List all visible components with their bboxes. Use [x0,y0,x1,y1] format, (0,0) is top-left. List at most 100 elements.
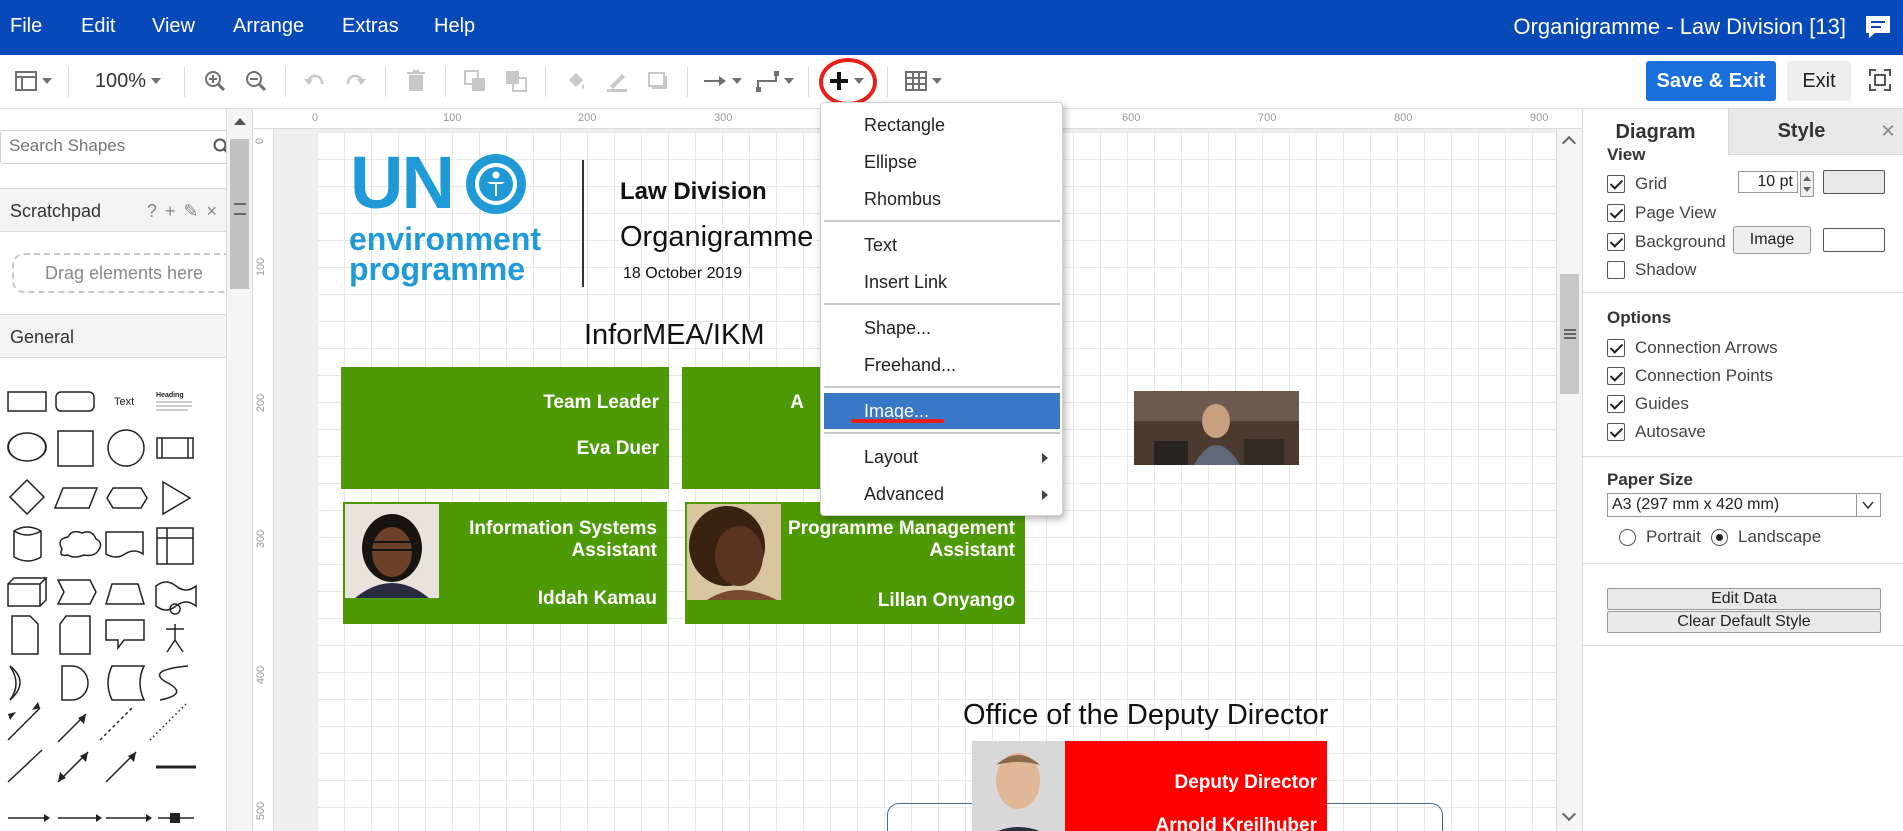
guides-checkbox[interactable] [1607,395,1625,413]
menu-item-rhombus[interactable]: Rhombus [821,181,1062,217]
org-box-information-systems-assistant[interactable]: Information Systems Assistant Iddah Kama… [343,502,667,624]
grid-checkbox[interactable] [1607,175,1625,193]
background-image-button[interactable]: Image [1733,226,1811,254]
line-color-button[interactable] [602,66,632,96]
search-input[interactable] [9,131,209,161]
landscape-radio-row[interactable]: Landscape [1711,527,1821,547]
zoom-in-button[interactable] [200,66,230,96]
scratchpad-drop-area[interactable]: Drag elements here [12,253,236,293]
background-checkbox-row[interactable]: Background [1607,232,1726,252]
connection-arrows-row[interactable]: Connection Arrows [1607,338,1778,358]
autosave-row[interactable]: Autosave [1607,422,1706,442]
autosave-checkbox[interactable] [1607,423,1625,441]
connection-dropdown[interactable] [700,66,744,96]
grid-checkbox-row[interactable]: Grid [1607,174,1667,194]
section-informea-title[interactable]: InforMEA/IKM [584,319,765,352]
menu-edit[interactable]: Edit [81,15,115,38]
shape-text[interactable]: Text [114,396,134,408]
zoom-dropdown[interactable]: 100% [86,66,170,96]
menu-item-insert-link[interactable]: Insert Link [821,264,1062,300]
view-dropdown[interactable] [8,66,58,96]
portrait-radio-row[interactable]: Portrait [1619,527,1701,547]
connection-icon [703,76,726,86]
org-box-partial[interactable]: A [682,367,822,489]
org-box-deputy-director[interactable]: Deputy Director Arnold Kreilhuber [1065,741,1327,831]
menu-item-image[interactable]: Image... [824,393,1060,429]
grid-size-spinner[interactable] [1800,171,1814,197]
org-box-team-leader[interactable]: Team Leader Eva Duer [341,367,669,489]
redo-button[interactable] [341,66,371,96]
menu-item-shape[interactable]: Shape... [821,310,1062,346]
sidebar-scrollbar[interactable] [226,109,252,831]
fill-color-button[interactable] [561,66,591,96]
waypoints-dropdown[interactable] [752,66,796,96]
menu-help[interactable]: Help [434,15,475,38]
help-icon[interactable]: ? [147,201,157,222]
grid-color-swatch[interactable] [1823,170,1885,194]
org-name: Arnold Kreilhuber [1155,815,1317,831]
landscape-radio[interactable] [1711,528,1728,546]
paper-size-select[interactable]: A3 (297 mm x 420 mm) [1607,493,1881,517]
connection-points-checkbox[interactable] [1607,367,1625,385]
canvas-vertical-scrollbar[interactable] [1556,129,1582,831]
scratchpad-header[interactable]: Scratchpad ? + ✎ × [0,188,227,232]
menu-extras[interactable]: Extras [342,15,399,38]
general-header[interactable]: General [0,314,227,358]
fullscreen-icon[interactable] [1869,69,1891,91]
delete-button[interactable] [401,66,431,96]
add-icon[interactable]: + [165,201,176,222]
options-section-header: Options [1607,308,1672,327]
guides-row[interactable]: Guides [1607,394,1689,414]
background-color-swatch[interactable] [1823,228,1885,252]
shape-cylinder [13,526,42,562]
menu-item-layout[interactable]: Layout [821,439,1062,475]
grid-size-input[interactable] [1738,171,1798,193]
table-dropdown[interactable] [901,66,945,96]
shadow-checkbox-row[interactable]: Shadow [1607,260,1696,280]
redo-icon [346,74,366,85]
general-label: General [10,327,75,347]
org-name: Iddah Kamau [537,588,657,609]
exit-button[interactable]: Exit [1787,61,1851,101]
shadow-button[interactable] [643,66,673,96]
tab-diagram[interactable]: Diagram [1583,109,1728,155]
date-label[interactable]: 18 October 2019 [623,265,742,283]
zoom-out-button[interactable] [241,66,271,96]
section-office-deputy-director-title[interactable]: Office of the Deputy Director [963,699,1328,732]
menu-item-text[interactable]: Text [821,227,1062,263]
shape-delay [61,665,89,701]
menu-arrange[interactable]: Arrange [233,15,304,38]
menu-item-advanced[interactable]: Advanced [821,476,1062,512]
portrait-radio[interactable] [1619,528,1636,546]
connection-points-row[interactable]: Connection Points [1607,366,1773,386]
background-checkbox[interactable] [1607,233,1625,251]
edit-icon[interactable]: ✎ [183,201,198,222]
menu-file[interactable]: File [10,15,42,38]
edit-data-button[interactable]: Edit Data [1607,588,1881,610]
shape-step [56,579,97,605]
close-panel-icon[interactable]: ✕ [1873,109,1903,155]
connection-arrows-checkbox[interactable] [1607,339,1625,357]
undo-button[interactable] [299,66,329,96]
menu-item-rectangle[interactable]: Rectangle [821,107,1062,143]
photo-meeting[interactable] [1134,391,1299,465]
page-view-checkbox-row[interactable]: Page View [1607,203,1716,223]
to-back-button[interactable] [501,66,531,96]
heading-organigramme[interactable]: Organigramme [620,221,813,254]
menu-item-ellipse[interactable]: Ellipse [821,144,1062,180]
comment-icon[interactable] [1863,12,1893,42]
save-exit-button[interactable]: Save & Exit [1646,61,1776,101]
clear-default-style-button[interactable]: Clear Default Style [1607,611,1881,633]
close-icon[interactable]: × [206,201,217,222]
page-view-checkbox[interactable] [1607,204,1625,222]
org-box-programme-management-assistant[interactable]: Programme Management Assistant Lillan On… [685,502,1025,624]
shape-actor [166,603,184,653]
shadow-checkbox[interactable] [1607,261,1625,279]
shape-heading[interactable]: Heading [156,392,184,399]
tab-style[interactable]: Style [1728,109,1874,155]
heading-law-division[interactable]: Law Division [620,178,767,206]
to-front-button[interactable] [460,66,490,96]
menu-item-freehand[interactable]: Freehand... [821,347,1062,383]
menu-view[interactable]: View [152,15,195,38]
shape-tape [155,581,197,611]
